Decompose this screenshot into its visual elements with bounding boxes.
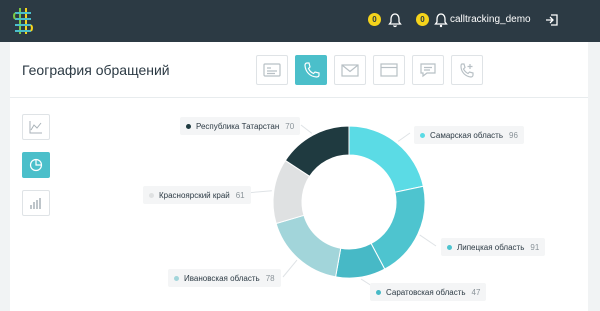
slice-label: Липецкая область 91 <box>441 238 546 256</box>
slice-label: Республика Татарстан 70 <box>180 117 301 135</box>
leader-line <box>282 259 298 278</box>
leader-line <box>300 124 313 134</box>
region-donut-chart <box>245 124 437 287</box>
slice-label: Саратовская область 47 <box>370 283 487 301</box>
slice-label-name: Липецкая область <box>457 242 525 252</box>
donut-slice[interactable] <box>348 125 424 193</box>
slice-label-value: 96 <box>509 130 518 140</box>
legend-dot <box>149 192 154 198</box>
slice-label-value: 91 <box>530 242 540 252</box>
slice-label: Красноярский край 61 <box>143 186 251 204</box>
donut-slice[interactable] <box>275 214 342 278</box>
slice-label-value: 47 <box>471 287 481 297</box>
slice-label-value: 61 <box>235 190 245 200</box>
slice-label-value: 78 <box>265 273 275 283</box>
slice-label-name: Республика Татарстан <box>196 121 280 131</box>
leader-line <box>419 234 437 247</box>
legend-dot <box>447 244 452 250</box>
donut-slice[interactable] <box>370 185 426 270</box>
slice-label: Самарская область 96 <box>414 126 524 144</box>
slice-label: Ивановская область 78 <box>168 269 281 287</box>
legend-dot <box>186 123 191 129</box>
leader-line <box>397 132 411 142</box>
slice-label-name: Красноярский край <box>159 190 230 200</box>
legend-dot <box>376 289 381 295</box>
legend-dot <box>174 275 179 281</box>
legend-dot <box>420 132 425 138</box>
slice-label-value: 70 <box>285 121 295 131</box>
slice-label-name: Ивановская область <box>184 273 260 283</box>
slice-label-name: Самарская область <box>430 130 504 140</box>
slice-label-name: Саратовская область <box>386 287 466 297</box>
